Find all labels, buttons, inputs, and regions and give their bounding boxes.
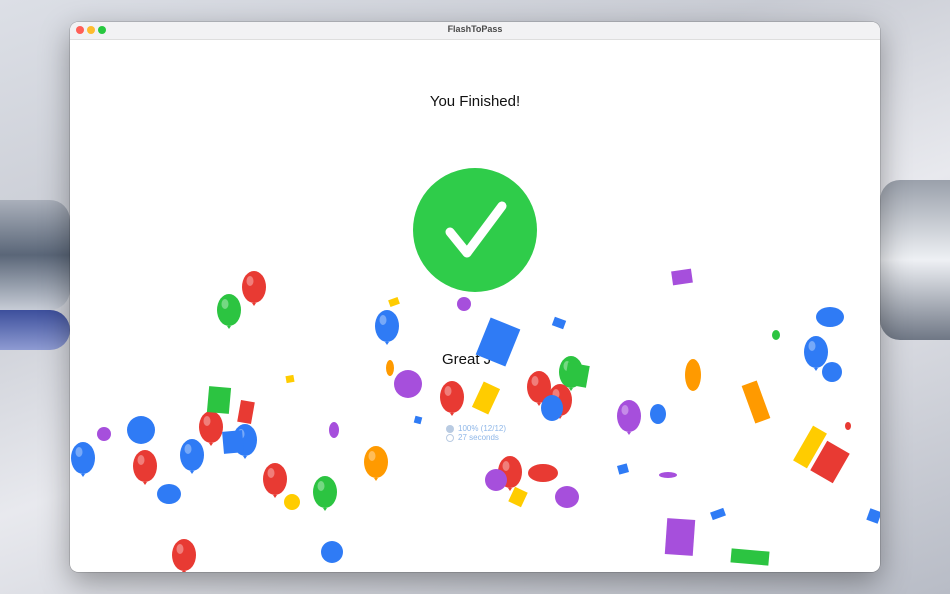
confetti-piece xyxy=(321,541,343,563)
confetti-piece xyxy=(285,374,295,384)
success-badge xyxy=(413,168,537,292)
balloon xyxy=(617,400,641,435)
balloon xyxy=(559,356,583,391)
app-window: FlashToPass You Finished! Great J 100% (… xyxy=(70,22,880,572)
wallpaper-stripe xyxy=(0,200,70,310)
confetti-piece xyxy=(222,430,244,454)
confetti-piece xyxy=(822,362,842,382)
score-stat: 100% (12/12) xyxy=(446,424,506,433)
confetti-piece xyxy=(617,463,629,475)
checkmark-icon xyxy=(445,201,507,258)
balloon xyxy=(313,476,337,511)
confetti-piece xyxy=(471,381,501,415)
confetti-piece xyxy=(284,494,300,510)
balloon xyxy=(71,442,95,477)
confetti-piece xyxy=(564,362,590,388)
confetti-piece xyxy=(671,268,693,286)
confetti-piece xyxy=(388,297,400,307)
balloon xyxy=(180,439,204,474)
title-bar: FlashToPass xyxy=(70,22,880,40)
wallpaper-swoosh xyxy=(880,180,950,340)
balloon xyxy=(199,411,223,446)
time-stat: 27 seconds xyxy=(446,433,499,442)
clock-icon xyxy=(446,433,454,442)
confetti-piece xyxy=(866,508,880,524)
balloon xyxy=(263,463,287,498)
confetti-piece xyxy=(528,464,558,482)
confetti-piece xyxy=(329,422,339,438)
balloon xyxy=(242,271,266,306)
check-circle-icon xyxy=(446,424,454,433)
confetti-piece xyxy=(710,507,726,521)
balloon xyxy=(548,384,572,419)
balloon xyxy=(375,310,399,345)
balloon xyxy=(804,336,828,371)
balloon xyxy=(233,424,257,459)
confetti-piece xyxy=(237,399,255,425)
confetti-piece xyxy=(457,297,471,311)
confetti-piece xyxy=(555,486,579,508)
balloon xyxy=(527,371,551,406)
confetti-piece xyxy=(659,472,677,478)
confetti-piece xyxy=(157,484,181,504)
confetti-piece xyxy=(810,440,850,484)
confetti-piece xyxy=(413,415,423,425)
confetti-piece xyxy=(97,427,111,441)
confetti-piece xyxy=(485,469,507,491)
time-text: 27 seconds xyxy=(458,433,499,442)
confetti-piece xyxy=(206,386,232,414)
score-text: 100% (12/12) xyxy=(458,424,507,433)
window-title: FlashToPass xyxy=(447,24,503,34)
confetti-piece xyxy=(551,316,567,330)
confetti-piece xyxy=(772,330,780,340)
confetti-piece xyxy=(541,395,563,421)
confetti-piece xyxy=(793,425,827,469)
result-message: Great J xyxy=(442,351,492,368)
confetti-piece xyxy=(508,486,528,508)
confetti-piece xyxy=(127,416,155,444)
confetti-piece xyxy=(685,359,701,391)
confetti-piece xyxy=(386,360,394,376)
balloon xyxy=(172,539,196,572)
confetti-piece xyxy=(741,380,771,424)
confetti-piece xyxy=(394,370,422,398)
confetti-piece xyxy=(730,548,770,566)
balloon xyxy=(217,294,241,329)
wallpaper-stripe xyxy=(0,310,70,350)
confetti-piece xyxy=(664,518,696,556)
balloon xyxy=(133,450,157,485)
finished-heading: You Finished! xyxy=(429,93,521,110)
confetti-piece xyxy=(650,404,666,424)
confetti-piece xyxy=(845,422,851,430)
balloon xyxy=(364,446,388,481)
balloon xyxy=(440,381,464,416)
balloon xyxy=(498,456,522,491)
confetti-piece xyxy=(816,307,844,327)
